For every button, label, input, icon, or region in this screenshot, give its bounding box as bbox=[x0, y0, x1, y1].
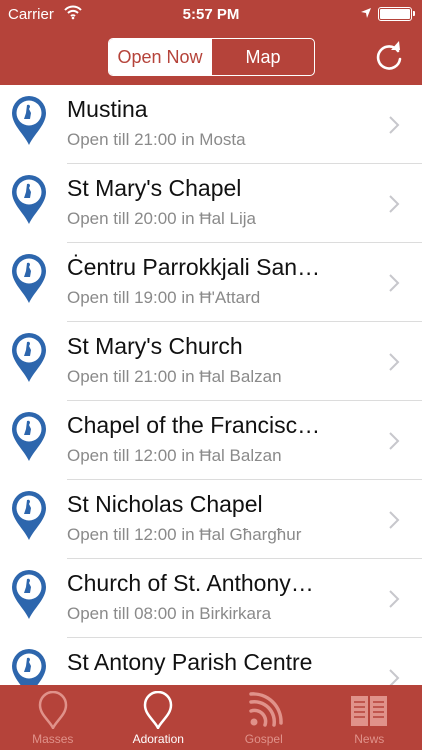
places-list: Mustina Open till 21:00 in Mosta St Mary… bbox=[0, 85, 422, 685]
chevron-right-icon bbox=[389, 669, 400, 685]
view-segmented-control: Open Now Map bbox=[108, 38, 315, 76]
list-item[interactable]: St Antony Parish Centre bbox=[0, 638, 422, 685]
place-name: St Mary's Chapel bbox=[67, 175, 242, 201]
list-item[interactable]: St Nicholas Chapel Open till 12:00 in Ħa… bbox=[0, 480, 422, 559]
status-time: 5:57 PM bbox=[182, 6, 240, 23]
location-pin-icon bbox=[12, 333, 46, 382]
place-name: Church of St. Anthony… bbox=[67, 570, 314, 596]
tab-news[interactable]: News bbox=[317, 685, 422, 750]
pin-icon bbox=[143, 691, 173, 729]
place-hours: Open till 12:00 in Ħal Balzan bbox=[67, 446, 282, 465]
location-pin-icon bbox=[12, 570, 46, 619]
tab-gospel[interactable]: Gospel bbox=[211, 685, 317, 750]
tab-label: Adoration bbox=[132, 732, 184, 746]
list-item[interactable]: Chapel of the Francisc… Open till 12:00 … bbox=[0, 401, 422, 480]
battery-icon bbox=[378, 7, 415, 21]
place-name: Ċentru Parrokkjali San… bbox=[67, 254, 321, 280]
tab-adoration[interactable]: Adoration bbox=[106, 685, 212, 750]
location-pin-icon bbox=[12, 491, 46, 540]
chevron-right-icon bbox=[389, 590, 400, 608]
place-name: Chapel of the Francisc… bbox=[67, 412, 321, 438]
chevron-right-icon bbox=[389, 353, 400, 371]
list-item[interactable]: Church of St. Anthony… Open till 08:00 i… bbox=[0, 559, 422, 638]
tab-label: News bbox=[354, 732, 385, 746]
chevron-right-icon bbox=[389, 274, 400, 292]
segment-open-now[interactable]: Open Now bbox=[109, 39, 211, 75]
place-hours: Open till 21:00 in Mosta bbox=[67, 130, 246, 149]
book-icon bbox=[351, 696, 388, 726]
place-name: St Mary's Church bbox=[67, 333, 243, 359]
navigation-header: Carrier 5:57 PM Open Now Map bbox=[0, 0, 422, 85]
location-pin-icon bbox=[12, 649, 46, 685]
status-bar: Carrier 5:57 PM bbox=[0, 0, 422, 30]
place-name: St Antony Parish Centre bbox=[67, 649, 313, 675]
place-name: Mustina bbox=[67, 96, 148, 122]
chevron-right-icon bbox=[389, 511, 400, 529]
place-hours: Open till 20:00 in Ħal Lija bbox=[67, 209, 257, 228]
rss-icon bbox=[249, 692, 283, 727]
chevron-right-icon bbox=[389, 116, 400, 134]
location-pin-icon bbox=[12, 96, 46, 145]
location-pin-icon bbox=[12, 254, 46, 303]
list-item[interactable]: St Mary's Chapel Open till 20:00 in Ħal … bbox=[0, 164, 422, 243]
place-hours: Open till 19:00 in Ħ'Attard bbox=[67, 288, 261, 307]
place-hours: Open till 21:00 in Ħal Balzan bbox=[67, 367, 282, 386]
location-pin-icon bbox=[12, 412, 46, 461]
tab-label: Masses bbox=[32, 732, 74, 746]
tab-masses[interactable]: Masses bbox=[0, 685, 106, 750]
refresh-icon[interactable] bbox=[372, 40, 406, 74]
tab-bar: Masses Adoration Gospel News bbox=[0, 685, 422, 750]
list-item[interactable]: St Mary's Church Open till 21:00 in Ħal … bbox=[0, 322, 422, 401]
place-hours: Open till 08:00 in Birkirkara bbox=[67, 604, 272, 623]
place-name: St Nicholas Chapel bbox=[67, 491, 263, 517]
chevron-right-icon bbox=[389, 195, 400, 213]
list-item[interactable]: Ċentru Parrokkjali San… Open till 19:00 … bbox=[0, 243, 422, 322]
place-hours: Open till 12:00 in Ħal Għargħur bbox=[67, 525, 302, 544]
chevron-right-icon bbox=[389, 432, 400, 450]
segment-map[interactable]: Map bbox=[211, 39, 314, 75]
pin-icon bbox=[38, 691, 68, 729]
list-item[interactable]: Mustina Open till 21:00 in Mosta bbox=[0, 85, 422, 164]
tab-label: Gospel bbox=[244, 732, 283, 746]
location-pin-icon bbox=[12, 175, 46, 224]
location-arrow-icon bbox=[361, 8, 371, 18]
